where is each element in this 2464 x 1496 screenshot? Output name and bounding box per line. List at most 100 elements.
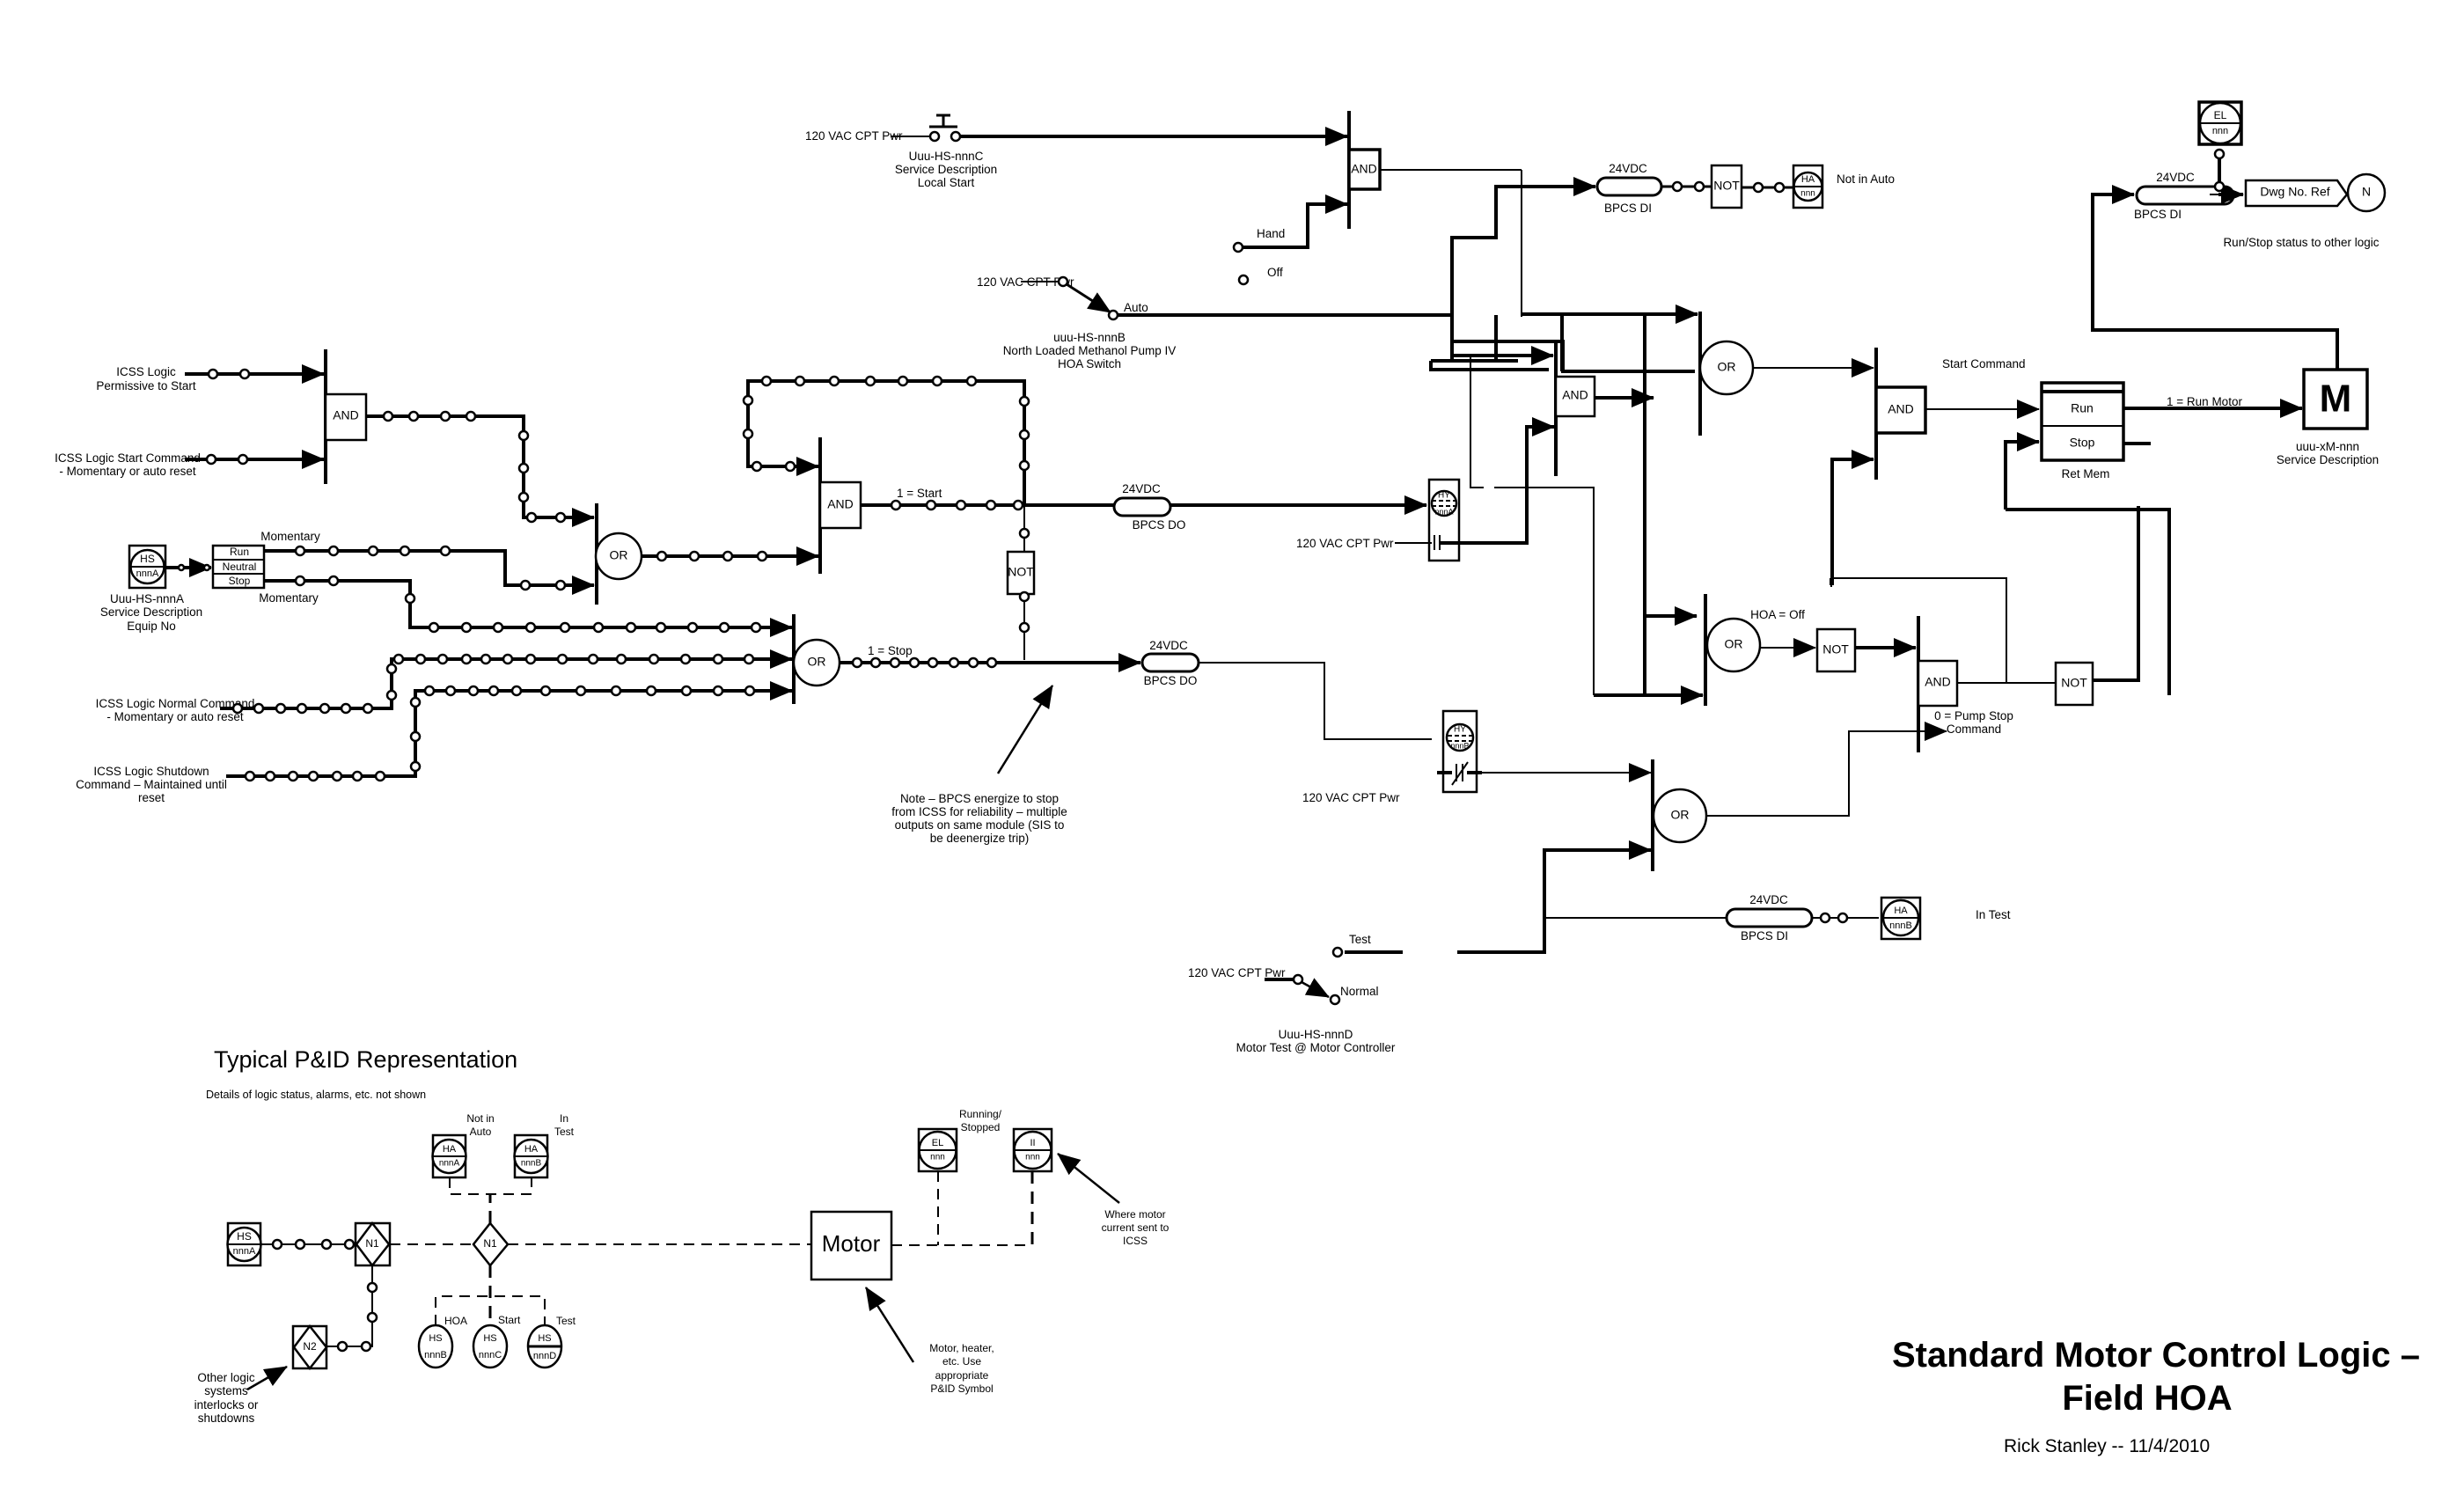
hoa-auto-label: Auto: [1124, 301, 1148, 314]
el-number: nnn: [930, 1153, 945, 1162]
hs-nnnA-selector: HS nnnA Uuu-HS-nnnA Service Description …: [100, 530, 793, 637]
shutdown-line3: reset: [138, 791, 165, 804]
pid-motor: Motor: [810, 1210, 893, 1281]
ret-mem-label: Ret Mem: [2062, 467, 2110, 480]
and-label: AND: [1925, 675, 1951, 689]
not-in-auto-1: Not in: [466, 1112, 494, 1125]
hs-letters: HS: [237, 1230, 252, 1243]
hy-letters: HY: [1438, 491, 1450, 501]
selector-run: Run: [230, 546, 249, 558]
hs-number: nnnB: [424, 1350, 447, 1360]
hoa-switch-function: HOA Switch: [1058, 357, 1121, 370]
hs-number: nnnA: [136, 568, 159, 579]
and-gate-pump-stop: AND 0 = Pump Stop Command NOT: [1830, 506, 2140, 752]
hs-letters: HS: [140, 553, 155, 565]
or-gate-start: OR: [1643, 312, 1874, 626]
hoa-off-signal: HOA = Off: [1750, 608, 1805, 621]
not-label: NOT: [1822, 642, 1849, 656]
pid-hs-nnnD: HS nnnD: [526, 1324, 563, 1369]
do-bpcs-label: BPCS DO: [1133, 518, 1186, 532]
hs-letters: HS: [538, 1333, 551, 1344]
or-label: OR: [1671, 808, 1690, 822]
title-block: Standard Motor Control Logic – Field HOA…: [1892, 1336, 2420, 1456]
test-switch-tag: Uuu-HS-nnnD: [1279, 1028, 1353, 1041]
and-label: AND: [1562, 388, 1588, 402]
hoa-hand-label: Hand: [1257, 227, 1285, 240]
hoa-off-label: Off: [1267, 266, 1283, 279]
not-in-auto-chain: 24VDC BPCS DI NOT HA nnn Not in Auto: [1450, 162, 1895, 361]
pid-hs-nnnA: HS nnnA: [226, 1221, 262, 1267]
el-status-instrument: EL nnn: [2197, 100, 2243, 146]
note-current-2: current sent to: [1102, 1221, 1170, 1234]
pid-ha-nnnB: HA nnnB: [513, 1133, 549, 1179]
ha-not-in-auto-instrument: HA nnn: [1792, 164, 1824, 209]
and-label: AND: [827, 497, 854, 511]
ha-number: nnnA: [439, 1159, 460, 1169]
note-line2: from ICSS for reliability – multiple: [891, 805, 1067, 818]
start-cmd-line1: ICSS Logic Start Command: [55, 451, 201, 465]
shutdown-line2: Command – Maintained until: [76, 778, 227, 791]
hs-a-tag: Uuu-HS-nnnA: [110, 592, 184, 605]
and-label: AND: [1351, 162, 1377, 176]
ha-letters: HA: [1801, 174, 1815, 185]
ha-in-test-instrument: HA nnnB: [1880, 896, 1922, 941]
pid-representation: Typical P&ID Representation Details of l…: [194, 1046, 1170, 1425]
note-other-2: systems: [204, 1384, 248, 1397]
hoa-switch: Hand Off 120 VAC CPT Pwr Auto uuu-HS-nnn…: [977, 194, 1452, 370]
in-test-2: Test: [554, 1126, 575, 1138]
start-cmd-line2: - Momentary or auto reset: [59, 465, 196, 478]
motor-desc: Service Description: [2277, 453, 2379, 466]
shutdown-line1: ICSS Logic Shutdown: [93, 765, 209, 778]
pid-hs-nnnB: HS nnnB: [417, 1324, 454, 1369]
in-test-1: In: [560, 1112, 568, 1125]
motor-symbol: M: [2320, 378, 2352, 421]
hy-number: nnnB: [1450, 741, 1469, 750]
start-command-label: Start Command: [1942, 357, 2026, 370]
ha-number: nnnB: [521, 1159, 542, 1169]
hoa-switch-desc: North Loaded Methanol Pump IV: [1003, 344, 1177, 357]
note-motor-2: etc. Use: [942, 1355, 981, 1368]
and-gate-start-command: AND Start Command: [1830, 348, 2040, 585]
power-label: 120 VAC CPT Pwr: [1302, 791, 1400, 804]
momentary-stop: Momentary: [259, 591, 319, 605]
hs-number: nnnA: [233, 1246, 256, 1257]
motor-tag: uuu-xM-nnn: [2296, 440, 2359, 453]
ii-number: nnn: [1025, 1153, 1040, 1162]
test-24vdc-label: 24VDC: [1749, 893, 1788, 906]
motor-block: M uuu-xM-nnn Service Description: [2277, 368, 2379, 466]
note-other-1: Other logic: [197, 1371, 255, 1384]
n1-label: N1: [483, 1237, 497, 1250]
dwg-ref-node: N: [2362, 185, 2371, 199]
icss-permissive-input: ICSS Logic Permissive to Start: [96, 364, 325, 392]
local-start-desc: Service Description: [895, 163, 997, 176]
pid-subtitle: Details of logic status, alarms, etc. no…: [206, 1089, 426, 1101]
not-label: NOT: [1713, 179, 1740, 193]
not-gate-interlock: NOT: [1006, 506, 1036, 660]
hs-test-label: Test: [556, 1315, 576, 1327]
hs-a-equip: Equip No: [127, 620, 176, 633]
el-letters: EL: [932, 1138, 943, 1148]
pid-el-instrument: EL nnn: [917, 1127, 958, 1173]
ha-letters: HA: [524, 1144, 539, 1155]
author-date: Rick Stanley -- 11/4/2010: [2004, 1436, 2210, 1456]
hy-number: nnnA: [1434, 507, 1453, 516]
power-label: 120 VAC CPT Pwr: [1188, 966, 1286, 979]
ret-mem-run: Run: [2071, 401, 2094, 415]
drawing-reference-tag: Dwg No. Ref N: [2244, 172, 2387, 213]
pump-stop-line1: 0 = Pump Stop: [1934, 709, 2013, 722]
running-stopped-2: Stopped: [961, 1121, 1001, 1133]
run-motor-label: 1 = Run Motor: [2167, 395, 2242, 408]
or-gate-hoa-off: OR HOA = Off NOT: [1594, 594, 1917, 706]
hs-nnnA-instrument: HS nnnA: [128, 544, 167, 590]
pid-title: Typical P&ID Representation: [214, 1046, 517, 1073]
hs-letters: HS: [483, 1333, 496, 1344]
note-line4: be deenergize trip): [930, 832, 1030, 845]
and-gate-auto: AND: [1452, 341, 1654, 695]
ha-number: nnnB: [1889, 920, 1912, 931]
hs-number: nnnC: [479, 1350, 502, 1360]
local-start-tag: Uuu-HS-nnnC: [909, 150, 984, 163]
el-number: nnn: [2212, 126, 2228, 136]
note-current-3: ICSS: [1123, 1235, 1148, 1247]
note-other-3: interlocks or: [194, 1398, 259, 1412]
selector-neutral: Neutral: [223, 561, 257, 573]
